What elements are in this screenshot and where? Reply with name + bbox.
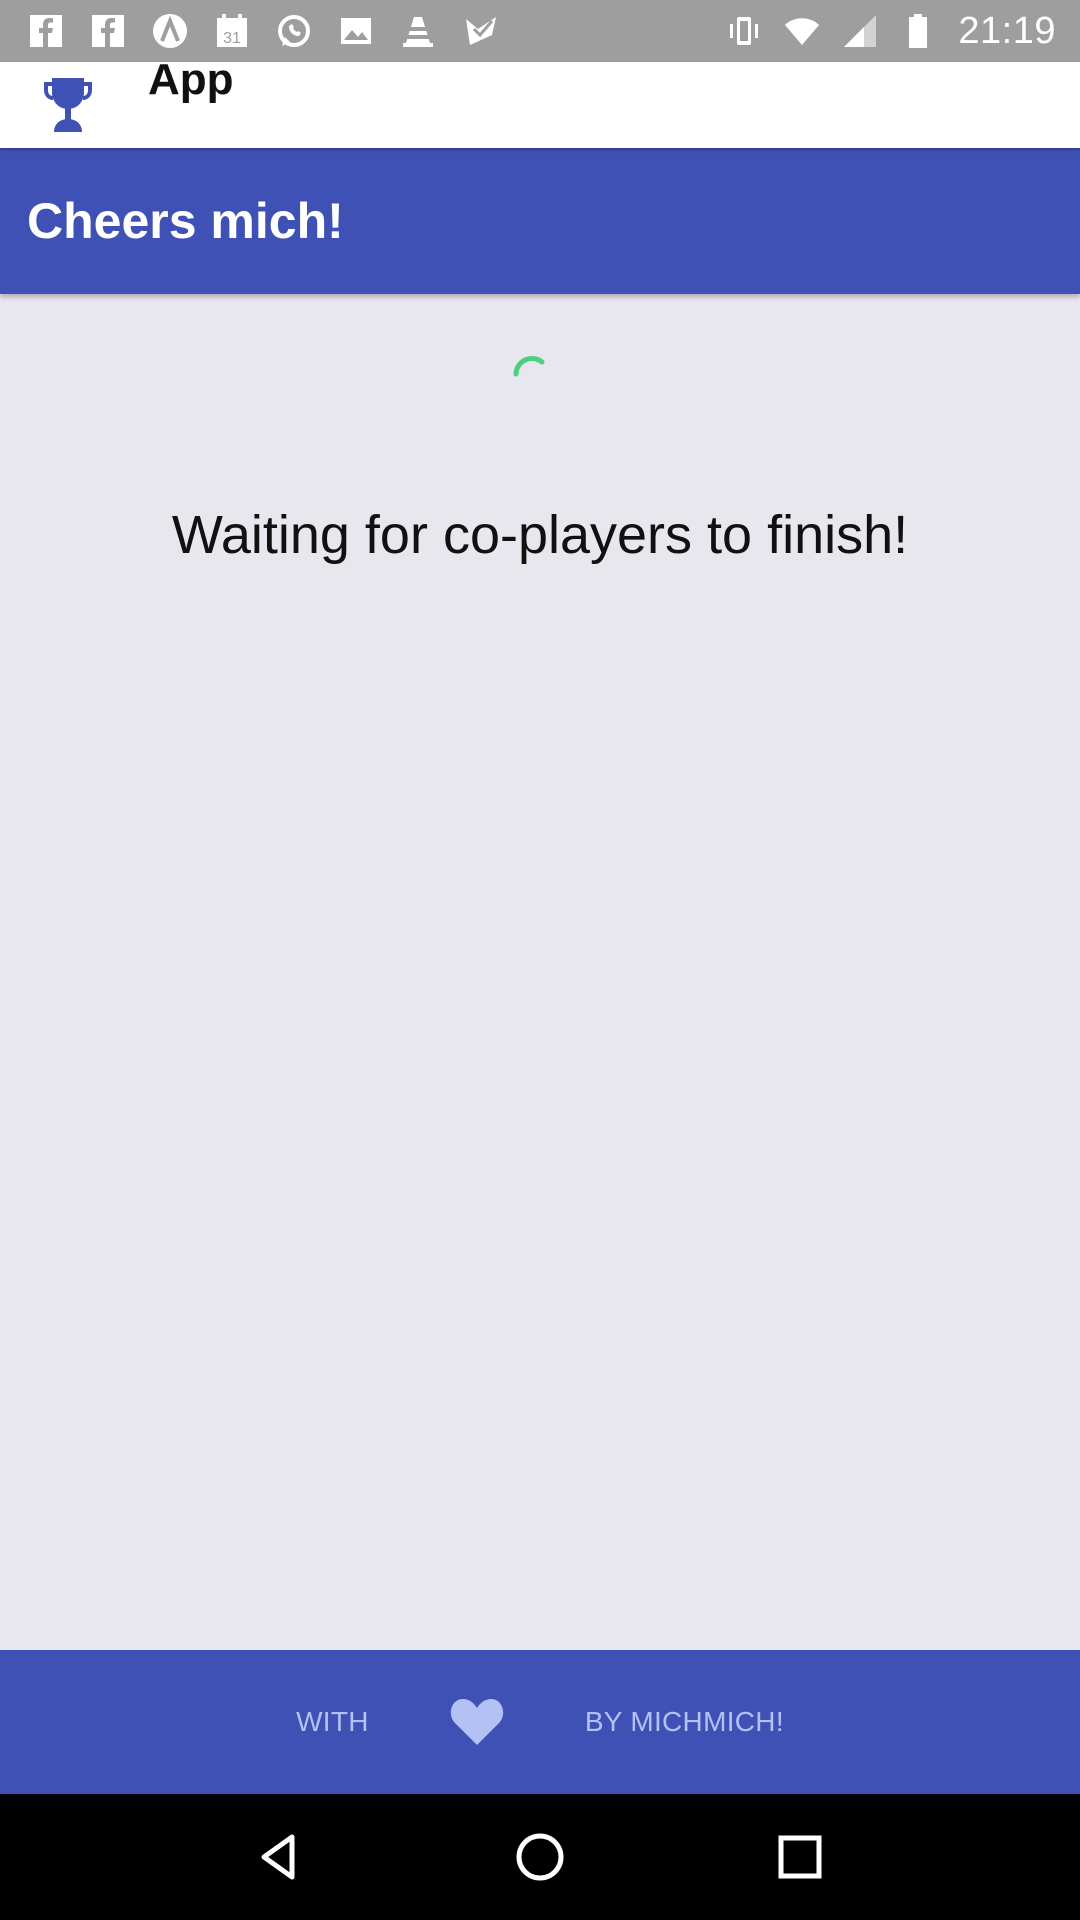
app-icon bbox=[152, 13, 188, 49]
facebook-icon bbox=[90, 13, 126, 49]
wifi-icon bbox=[784, 13, 820, 49]
notification-icons: 31 bbox=[0, 13, 498, 49]
facebook-icon bbox=[28, 13, 64, 49]
back-button[interactable] bbox=[245, 1822, 315, 1892]
navigation-bar bbox=[0, 1794, 1080, 1920]
home-button[interactable] bbox=[505, 1822, 575, 1892]
system-icons: 21:19 bbox=[726, 10, 1080, 53]
check-icon bbox=[462, 13, 498, 49]
waiting-message: Waiting for co-players to finish! bbox=[171, 505, 909, 565]
home-icon bbox=[516, 1833, 564, 1881]
signal-icon bbox=[842, 13, 878, 49]
vibrate-icon bbox=[726, 13, 762, 49]
status-bar: 31 21:19 bbox=[0, 0, 1080, 62]
calendar-icon: 31 bbox=[214, 13, 250, 49]
footer-with-text: WITH bbox=[296, 1706, 369, 1737]
heart-icon bbox=[450, 1699, 503, 1745]
back-icon bbox=[261, 1834, 295, 1880]
whatsapp-icon bbox=[276, 13, 312, 49]
recents-icon bbox=[778, 1835, 822, 1879]
battery-icon bbox=[900, 13, 936, 49]
trophy-icon[interactable] bbox=[40, 74, 96, 136]
clock: 21:19 bbox=[958, 9, 1056, 52]
vlc-icon bbox=[400, 13, 436, 49]
header: Cheers mich! bbox=[0, 148, 1080, 294]
app-title: App bbox=[148, 55, 234, 104]
header-title: Cheers mich! bbox=[27, 193, 344, 249]
footer-by-text: BY MICHMICH! bbox=[584, 1706, 784, 1737]
app-bar: App bbox=[0, 55, 1080, 148]
recents-button[interactable] bbox=[765, 1822, 835, 1892]
gallery-icon bbox=[338, 13, 374, 49]
loading-spinner bbox=[513, 356, 545, 377]
main-content: Waiting for co-players to finish! bbox=[0, 294, 1080, 1650]
calendar-day: 31 bbox=[223, 30, 241, 47]
footer: WITH BY MICHMICH! bbox=[0, 1650, 1080, 1794]
